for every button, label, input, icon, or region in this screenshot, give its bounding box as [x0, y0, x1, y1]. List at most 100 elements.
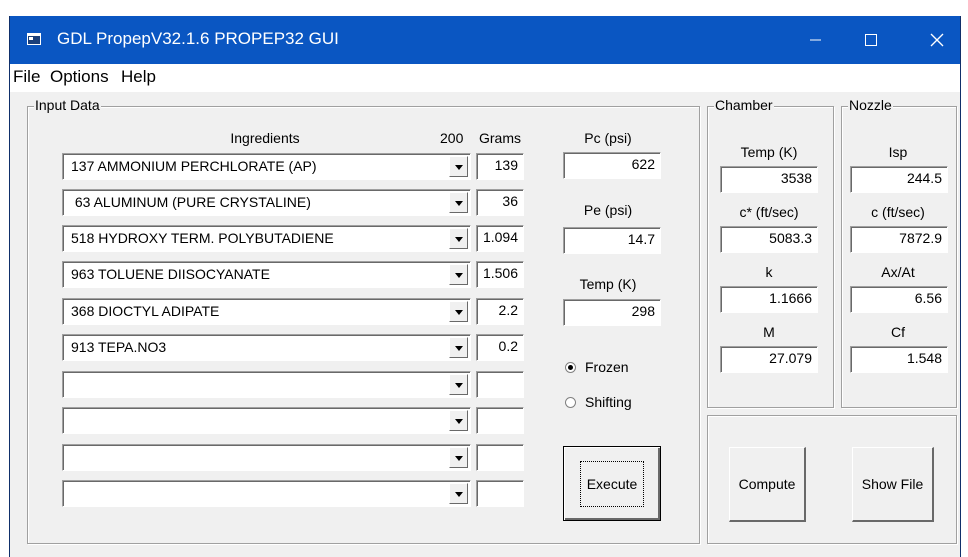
input-data-label: Input Data	[34, 97, 101, 113]
minimize-button[interactable]	[792, 16, 838, 64]
count-header: 200	[440, 130, 464, 146]
temp-label: Temp (K)	[579, 276, 637, 292]
execute-button[interactable]: Execute	[563, 446, 661, 521]
temp-input[interactable]: 298	[563, 299, 661, 326]
compute-button[interactable]: Compute	[729, 447, 806, 522]
ingredient-select[interactable]: 368 DIOCTYL ADIPATE	[62, 298, 471, 325]
dropdown-button[interactable]	[449, 337, 468, 358]
chamber-temp-label: Temp (K)	[740, 144, 798, 160]
title-bar[interactable]: GDL PropepV32.1.6 PROPEP32 GUI	[10, 16, 960, 64]
nozzle-label: Nozzle	[848, 97, 893, 113]
grams-input[interactable]: 1.094	[476, 225, 524, 252]
ingredients-header: Ingredients	[230, 130, 300, 146]
c-value: 7872.9	[850, 226, 948, 253]
ingredient-select[interactable]	[62, 407, 471, 434]
dropdown-arrow-icon	[455, 346, 463, 351]
ingredient-select-value: 368 DIOCTYL ADIPATE	[71, 303, 220, 319]
app-window: GDL PropepV32.1.6 PROPEP32 GUI File Opti…	[9, 16, 961, 557]
ingredient-select[interactable]	[62, 371, 471, 398]
dropdown-arrow-icon	[455, 310, 463, 315]
grams-input[interactable]: 0.2	[476, 334, 524, 361]
grams-input[interactable]	[476, 444, 524, 471]
pc-input[interactable]: 622	[563, 152, 661, 179]
dropdown-button[interactable]	[449, 301, 468, 322]
ax-label: Ax/At	[881, 264, 915, 280]
ingredient-select-value: 63 ALUMINUM (PURE CRYSTALINE)	[71, 194, 311, 210]
isp-value: 244.5	[850, 166, 948, 193]
dropdown-arrow-icon	[455, 383, 463, 388]
dropdown-arrow-icon	[455, 492, 463, 497]
pe-label: Pe (psi)	[583, 202, 633, 218]
ingredient-select[interactable]	[62, 444, 471, 471]
dropdown-arrow-icon	[455, 237, 463, 242]
grams-input[interactable]	[476, 480, 524, 507]
cstar-value: 5083.3	[720, 226, 818, 253]
ax-value: 6.56	[850, 286, 948, 313]
pc-label: Pc (psi)	[584, 130, 632, 146]
frozen-radio-circle	[565, 362, 576, 373]
ingredient-select-value: 137 AMMONIUM PERCHLORATE (AP)	[71, 158, 317, 174]
m-value: 27.079	[720, 346, 818, 373]
isp-label: Isp	[888, 144, 908, 160]
grams-input[interactable]: 36	[476, 189, 524, 216]
app-icon	[27, 33, 41, 45]
ingredient-select-value: 913 TEPA.NO3	[71, 339, 167, 355]
grams-input[interactable]: 1.506	[476, 261, 524, 288]
ingredient-select[interactable]: 913 TEPA.NO3	[62, 334, 471, 361]
maximize-button[interactable]	[848, 16, 894, 64]
dropdown-button[interactable]	[449, 447, 468, 468]
dropdown-arrow-icon	[455, 165, 463, 170]
frozen-radio-label: Frozen	[585, 359, 629, 375]
close-icon	[930, 33, 944, 47]
grams-input[interactable]	[476, 371, 524, 398]
ingredient-select-value: 518 HYDROXY TERM. POLYBUTADIENE	[71, 230, 334, 246]
dropdown-button[interactable]	[449, 374, 468, 395]
m-label: M	[763, 324, 775, 340]
chamber-temp-value: 3538	[720, 166, 818, 193]
ingredient-select[interactable]	[62, 480, 471, 507]
grams-header: Grams	[479, 130, 521, 146]
window-title: GDL PropepV32.1.6 PROPEP32 GUI	[57, 29, 339, 48]
shifting-radio[interactable]: Shifting	[565, 394, 632, 410]
chamber-label: Chamber	[714, 97, 774, 113]
cf-value: 1.548	[850, 346, 948, 373]
shifting-radio-circle	[565, 397, 576, 408]
dropdown-arrow-icon	[455, 456, 463, 461]
frozen-radio[interactable]: Frozen	[565, 359, 629, 375]
k-value: 1.1666	[720, 286, 818, 313]
dropdown-button[interactable]	[449, 483, 468, 504]
dropdown-button[interactable]	[449, 192, 468, 213]
frozen-radio-dot	[568, 365, 573, 370]
menu-help[interactable]: Help	[121, 67, 156, 87]
ingredient-select[interactable]: 963 TOLUENE DIISOCYANATE	[62, 261, 471, 288]
menu-file[interactable]: File	[13, 67, 40, 87]
ingredient-select[interactable]: 63 ALUMINUM (PURE CRYSTALINE)	[62, 189, 471, 216]
grams-input[interactable]	[476, 407, 524, 434]
shifting-radio-label: Shifting	[585, 394, 632, 410]
cstar-label: c* (ft/sec)	[739, 204, 799, 220]
dropdown-button[interactable]	[449, 156, 468, 177]
cf-label: Cf	[891, 324, 905, 340]
client-area: Input Data Ingredients 200 Grams Pc (psi…	[10, 92, 960, 557]
k-label: k	[765, 264, 773, 280]
grams-input[interactable]: 2.2	[476, 298, 524, 325]
ingredient-select-value: 963 TOLUENE DIISOCYANATE	[71, 266, 270, 282]
c-label: c (ft/sec)	[871, 204, 925, 220]
maximize-icon	[865, 34, 877, 46]
dropdown-button[interactable]	[449, 228, 468, 249]
close-button[interactable]	[914, 16, 960, 64]
execute-label: Execute	[579, 460, 645, 507]
show-file-button[interactable]: Show File	[852, 447, 934, 522]
dropdown-button[interactable]	[449, 264, 468, 285]
dropdown-arrow-icon	[455, 201, 463, 206]
dropdown-button[interactable]	[449, 410, 468, 431]
grams-input[interactable]: 139	[476, 153, 524, 180]
menu-options[interactable]: Options	[50, 67, 109, 87]
dropdown-arrow-icon	[455, 273, 463, 278]
menu-bar: File Options Help	[10, 64, 960, 92]
ingredient-select[interactable]: 518 HYDROXY TERM. POLYBUTADIENE	[62, 225, 471, 252]
minimize-icon	[810, 39, 821, 41]
dropdown-arrow-icon	[455, 419, 463, 424]
ingredient-select[interactable]: 137 AMMONIUM PERCHLORATE (AP)	[62, 153, 471, 180]
pe-input[interactable]: 14.7	[563, 227, 661, 254]
